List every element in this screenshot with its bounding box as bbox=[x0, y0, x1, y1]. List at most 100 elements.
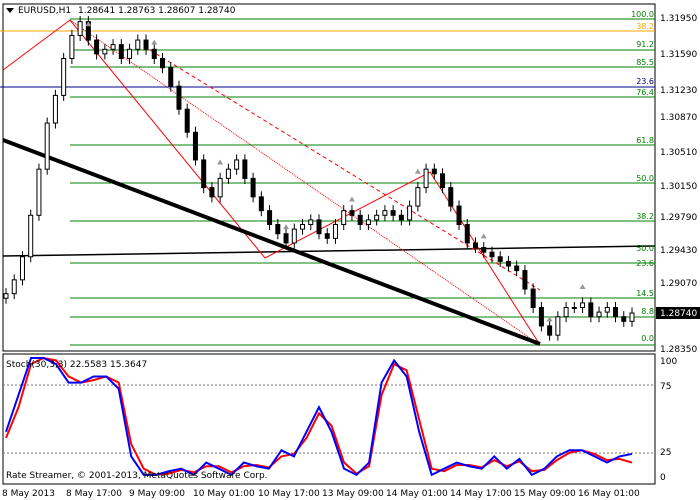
price-candle-body bbox=[127, 48, 133, 60]
price-tick: 1.30150 bbox=[660, 182, 697, 192]
time-tick: 10 May 17:00 bbox=[258, 489, 320, 499]
fibo-label: 50.0 bbox=[636, 244, 654, 253]
price-candle-body bbox=[52, 94, 58, 124]
time-tick: 14 May 17:00 bbox=[450, 489, 512, 499]
fibo-label: 91.2 bbox=[636, 40, 654, 49]
price-candle-body bbox=[341, 210, 347, 226]
stoch-level-label: 0 bbox=[660, 473, 666, 483]
symbol-label: EURUSD,H1 bbox=[18, 6, 71, 16]
chart-header: EURUSD,H1 1.28641 1.28763 1.28607 1.2874… bbox=[6, 6, 236, 16]
stoch-pane bbox=[2, 353, 656, 485]
time-tick: 10 May 01:00 bbox=[193, 489, 255, 499]
current-price: 1.28740 bbox=[660, 309, 697, 319]
price-candle-body bbox=[473, 242, 478, 249]
price-candle-body bbox=[110, 44, 116, 50]
price-candle-body bbox=[36, 168, 42, 216]
fibo-label: 100.0 bbox=[631, 10, 654, 19]
price-candle-body bbox=[217, 177, 223, 198]
price-candle-body bbox=[234, 159, 240, 170]
time-tick: 14 May 01:00 bbox=[386, 489, 448, 499]
price-candle-body bbox=[324, 233, 330, 239]
price-tick: 1.29790 bbox=[660, 213, 697, 223]
price-candle-body bbox=[283, 233, 289, 244]
price-candle-body bbox=[382, 210, 388, 216]
time-tick: 16 May 01:00 bbox=[578, 489, 640, 499]
price-candle-body bbox=[19, 256, 25, 281]
price-candle-body bbox=[160, 58, 165, 69]
fibo-label: 85.5 bbox=[636, 58, 654, 67]
price-tick: 1.28350 bbox=[660, 345, 697, 355]
price-candle-body bbox=[44, 122, 50, 170]
price-candle-body bbox=[77, 21, 83, 36]
price-candle-body bbox=[184, 108, 190, 133]
price-candle-body bbox=[547, 325, 553, 336]
price-candle-body bbox=[390, 210, 396, 216]
price-candle-body bbox=[431, 168, 437, 175]
fibo-label: 38.2 bbox=[636, 22, 654, 31]
price-candle-body bbox=[489, 251, 495, 258]
stoch-level-label: 100 bbox=[660, 357, 677, 367]
price-candle-body bbox=[621, 316, 627, 322]
price-candle-body bbox=[538, 307, 544, 327]
price-candle-body bbox=[571, 307, 577, 309]
price-candle-body bbox=[365, 219, 371, 225]
price-candle-body bbox=[629, 312, 635, 322]
price-candle-body bbox=[94, 39, 100, 55]
price-candle-body bbox=[456, 205, 462, 226]
price-candle-body bbox=[505, 260, 511, 267]
stoch-level-label: 25 bbox=[660, 448, 671, 458]
stoch-axis: 100 75 25 0 bbox=[660, 357, 677, 483]
price-tick: 1.31230 bbox=[660, 86, 697, 96]
price-candle-body bbox=[3, 293, 9, 299]
current-price-marker: 1.28740 bbox=[656, 307, 700, 319]
time-tick: 8 May 2013 bbox=[2, 489, 55, 499]
price-candle-body bbox=[464, 224, 470, 244]
price-candle-body bbox=[349, 210, 355, 216]
fibo-label: 76.4 bbox=[636, 88, 654, 97]
time-tick: 8 May 17:00 bbox=[66, 489, 122, 499]
price-tick: 1.29430 bbox=[660, 246, 697, 256]
price-candle-body bbox=[267, 210, 273, 226]
price-candle-body bbox=[118, 44, 124, 60]
price-axis: 1.31950 1.31590 1.31230 1.30870 1.30510 … bbox=[660, 14, 697, 355]
price-candle-body bbox=[423, 168, 429, 189]
price-candle-body bbox=[563, 307, 569, 318]
price-candle-body bbox=[357, 214, 363, 225]
price-candle-body bbox=[481, 247, 487, 253]
price-tick: 1.30870 bbox=[660, 113, 697, 123]
price-candle-body bbox=[398, 214, 404, 221]
price-candle-body bbox=[61, 58, 67, 96]
fibo-label: 38.2 bbox=[636, 212, 654, 221]
fibo-label: 23.6 bbox=[636, 77, 654, 86]
price-candle-body bbox=[291, 228, 297, 244]
price-candle-body bbox=[588, 302, 594, 318]
price-candle-body bbox=[135, 39, 141, 50]
price-candle-body bbox=[497, 256, 503, 262]
time-tick: 13 May 09:00 bbox=[322, 489, 384, 499]
price-tick: 1.29070 bbox=[660, 279, 697, 289]
fibo-label: 61.8 bbox=[636, 136, 654, 145]
fibo-label: 23.6 bbox=[636, 259, 654, 268]
price-candle-body bbox=[258, 196, 264, 212]
time-tick: 9 May 09:00 bbox=[129, 489, 185, 499]
price-candle-body bbox=[151, 48, 157, 60]
price-candle-body bbox=[308, 219, 314, 225]
stoch-title: Stoch(30,3,3) 22.5583 15.3647 bbox=[6, 360, 147, 370]
price-tick: 1.31950 bbox=[660, 14, 697, 24]
price-candle-body bbox=[316, 219, 322, 235]
price-candle-body bbox=[555, 316, 561, 336]
price-tick: 1.30510 bbox=[660, 148, 697, 158]
price-candle-body bbox=[143, 39, 149, 50]
price-candle-body bbox=[374, 214, 380, 221]
price-candle-body bbox=[580, 302, 586, 308]
price-candle-body bbox=[225, 168, 231, 179]
price-candle-body bbox=[102, 48, 108, 55]
price-candle-body bbox=[448, 187, 454, 207]
time-axis: 8 May 2013 8 May 17:00 9 May 09:00 10 Ma… bbox=[2, 489, 640, 499]
price-candle-body bbox=[514, 265, 520, 272]
price-chart[interactable]: 100.0 38.2 91.2 85.5 23.6 76.4 61.8 50.0… bbox=[0, 0, 700, 500]
ohlc-values: 1.28641 1.28763 1.28607 1.28740 bbox=[78, 6, 236, 16]
stoch-level-label: 75 bbox=[660, 382, 671, 392]
price-tick: 1.31590 bbox=[660, 50, 697, 60]
price-candle-body bbox=[11, 279, 17, 295]
